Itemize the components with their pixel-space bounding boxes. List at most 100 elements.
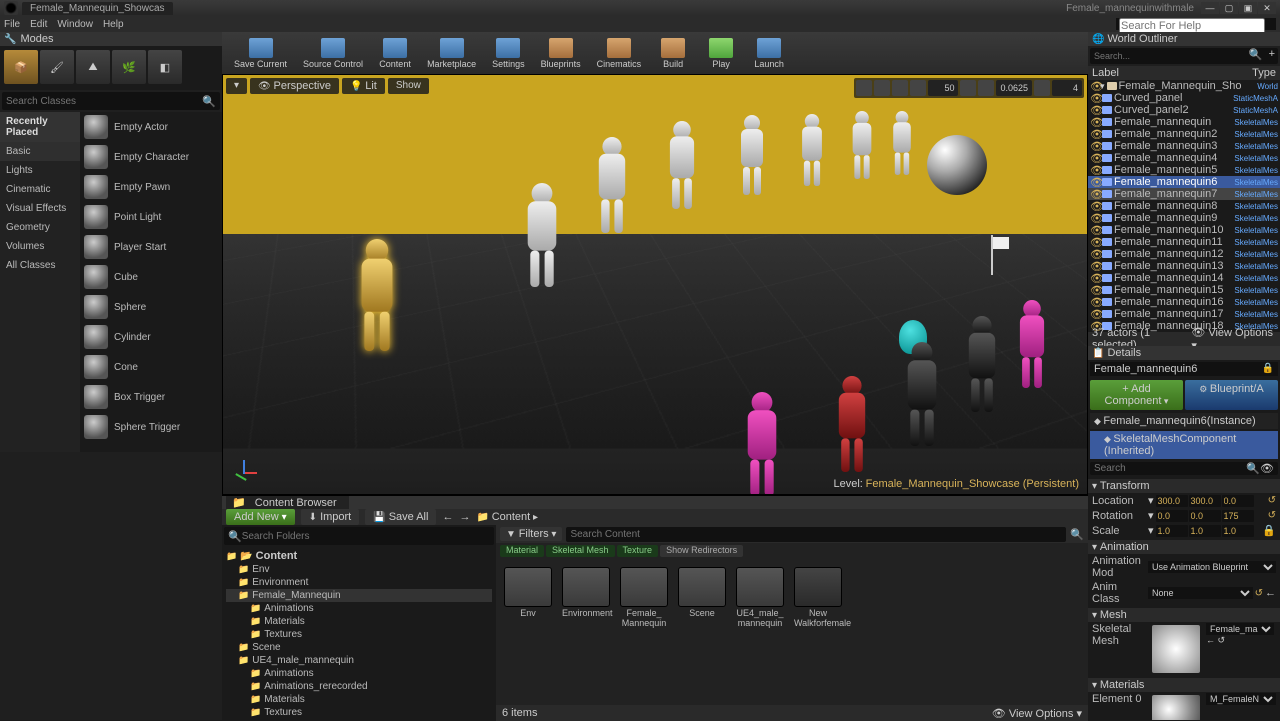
- scl-x[interactable]: [1156, 525, 1188, 537]
- tree-folder[interactable]: Materials: [226, 693, 492, 706]
- rot-z[interactable]: [1222, 510, 1254, 522]
- mannequin[interactable]: [1011, 300, 1053, 388]
- tree-root[interactable]: 📂 Content: [226, 549, 492, 563]
- outliner-row[interactable]: 👁Female_mannequin14SkeletalMes: [1088, 272, 1280, 284]
- edit-blueprint-button[interactable]: ⚙ Blueprint/A: [1185, 380, 1278, 410]
- outliner-row[interactable]: 👁Female_mannequin11SkeletalMes: [1088, 236, 1280, 248]
- sec-materials[interactable]: ▾ Materials: [1088, 678, 1280, 692]
- component-root[interactable]: ◆ Female_mannequin6(Instance): [1090, 413, 1278, 429]
- reset-icon[interactable]: ↺: [1268, 495, 1276, 506]
- translate-icon[interactable]: [856, 80, 872, 96]
- nav-fwd[interactable]: →: [459, 511, 470, 523]
- asset-item[interactable]: Environment: [562, 567, 610, 629]
- menu-bar[interactable]: File Edit Window Help: [0, 16, 1280, 32]
- placeable-item[interactable]: Box Trigger: [80, 382, 222, 412]
- placeable-item[interactable]: Point Light: [80, 202, 222, 232]
- search-classes[interactable]: [6, 96, 202, 107]
- menu-file[interactable]: File: [4, 19, 20, 30]
- tree-folder[interactable]: Female_Mannequin: [226, 589, 492, 602]
- scl-y[interactable]: [1189, 525, 1221, 537]
- wo-search[interactable]: [1090, 48, 1246, 64]
- filters-button[interactable]: ▼ Filters ▾: [500, 527, 562, 541]
- toolbar-build[interactable]: Build: [651, 38, 695, 69]
- scale-icon[interactable]: [892, 80, 908, 96]
- asset-item[interactable]: Env: [504, 567, 552, 629]
- tree-folder[interactable]: Textures: [226, 706, 492, 719]
- tree-folder[interactable]: UE4_male_mannequin: [226, 654, 492, 667]
- toolbar-blueprints[interactable]: Blueprints: [535, 38, 587, 69]
- placeable-item[interactable]: Sphere: [80, 292, 222, 322]
- outliner-row[interactable]: 👁Female_mannequin16SkeletalMes: [1088, 296, 1280, 308]
- placeable-item[interactable]: Empty Actor: [80, 112, 222, 142]
- lock-icon[interactable]: 🔒: [1262, 524, 1276, 537]
- snap-value[interactable]: 0.0625: [996, 80, 1032, 96]
- sec-animation[interactable]: ▾ Animation: [1088, 540, 1280, 554]
- outliner-row[interactable]: 👁Female_mannequin12SkeletalMes: [1088, 248, 1280, 260]
- viewport[interactable]: ▾ 👁 Perspective 💡 Lit Show 50 0.0625 4: [222, 74, 1088, 495]
- animclass-select[interactable]: None: [1148, 587, 1253, 599]
- place-mode-icon[interactable]: 📦: [4, 50, 38, 84]
- rot-y[interactable]: [1189, 510, 1221, 522]
- mannequin-selected[interactable]: [350, 239, 403, 351]
- cat-basic[interactable]: Basic: [0, 142, 80, 161]
- sec-mesh[interactable]: ▾ Mesh: [1088, 608, 1280, 622]
- placeable-item[interactable]: Empty Pawn: [80, 172, 222, 202]
- outliner-row[interactable]: 👁Female_mannequin13SkeletalMes: [1088, 260, 1280, 272]
- outliner-row[interactable]: 👁Female_mannequinSkeletalMes: [1088, 116, 1280, 128]
- toolbar-source-control[interactable]: Source Control: [297, 38, 369, 69]
- cat-cinematic[interactable]: Cinematic: [0, 180, 80, 199]
- placeable-item[interactable]: Sphere Trigger: [80, 412, 222, 442]
- vp-show[interactable]: Show: [388, 78, 429, 94]
- vec-dropdown[interactable]: ▾: [1148, 494, 1154, 507]
- mannequin[interactable]: [959, 316, 1005, 412]
- grid-snap[interactable]: 50: [928, 80, 958, 96]
- add-component-button[interactable]: + Add Component ▾: [1090, 380, 1183, 410]
- outliner-row[interactable]: 👁Female_mannequin7SkeletalMes: [1088, 188, 1280, 200]
- scale-snap-icon[interactable]: [978, 80, 994, 96]
- tree-folder[interactable]: Animations_rerecorded: [226, 680, 492, 693]
- mat-thumbnail[interactable]: [1152, 695, 1200, 720]
- scl-z[interactable]: [1222, 525, 1254, 537]
- add-icon[interactable]: +: [1266, 48, 1278, 64]
- outliner-row[interactable]: 👁Curved_panel2StaticMeshA: [1088, 104, 1280, 116]
- import-button[interactable]: ⬇ Import: [301, 509, 360, 525]
- filter-tag[interactable]: Show Redirectors: [660, 545, 743, 557]
- asset-item[interactable]: Female_ Mannequin: [620, 567, 668, 629]
- cat-recently[interactable]: Recently Placed: [0, 112, 80, 142]
- outliner-row[interactable]: 👁Female_mannequin3SkeletalMes: [1088, 140, 1280, 152]
- browse-icon[interactable]: ←: [1265, 587, 1276, 599]
- details-search[interactable]: [1094, 463, 1246, 474]
- menu-help[interactable]: Help: [103, 19, 124, 30]
- outliner-row[interactable]: 👁Curved_panelStaticMeshA: [1088, 92, 1280, 104]
- search-folders[interactable]: [242, 531, 490, 542]
- loc-z[interactable]: [1222, 495, 1254, 507]
- mesh-thumbnail[interactable]: [1152, 625, 1200, 673]
- mannequin[interactable]: [737, 392, 786, 495]
- landscape-mode-icon[interactable]: ⛰: [76, 50, 110, 84]
- wo-columns[interactable]: LabelType: [1088, 66, 1280, 80]
- cat-all[interactable]: All Classes: [0, 256, 80, 275]
- actor-name-field[interactable]: Female_mannequin6🔒: [1090, 362, 1278, 376]
- placeable-item[interactable]: Player Start: [80, 232, 222, 262]
- add-new-button[interactable]: Add New ▾: [226, 509, 295, 525]
- reset-icon[interactable]: ↺: [1255, 588, 1263, 599]
- cat-lights[interactable]: Lights: [0, 161, 80, 180]
- toolbar-settings[interactable]: Settings: [486, 38, 531, 69]
- camera-speed[interactable]: 4: [1052, 80, 1082, 96]
- camera-speed-icon[interactable]: [1034, 80, 1050, 96]
- outliner-list[interactable]: 👁▾Female_Mannequin_ShoWorld 👁Curved_pane…: [1088, 80, 1280, 332]
- filter-tag[interactable]: Skeletal Mesh: [546, 545, 615, 557]
- reset-icon[interactable]: ↺: [1268, 510, 1276, 521]
- toolbar-launch[interactable]: Launch: [747, 38, 791, 69]
- outliner-row[interactable]: 👁Female_mannequin4SkeletalMes: [1088, 152, 1280, 164]
- loc-x[interactable]: [1156, 495, 1188, 507]
- breadcrumb[interactable]: 📁 Content ▸: [476, 511, 538, 523]
- tree-folder[interactable]: Animations: [226, 602, 492, 615]
- outliner-row[interactable]: 👁Female_mannequin5SkeletalMes: [1088, 164, 1280, 176]
- placeable-item[interactable]: Cube: [80, 262, 222, 292]
- mannequin[interactable]: [589, 137, 635, 233]
- vp-perspective[interactable]: 👁 Perspective: [250, 78, 339, 94]
- placeables-list[interactable]: Empty ActorEmpty CharacterEmpty PawnPoin…: [80, 112, 222, 452]
- outliner-row[interactable]: 👁Female_mannequin8SkeletalMes: [1088, 200, 1280, 212]
- outliner-root[interactable]: 👁▾Female_Mannequin_ShoWorld: [1088, 80, 1280, 92]
